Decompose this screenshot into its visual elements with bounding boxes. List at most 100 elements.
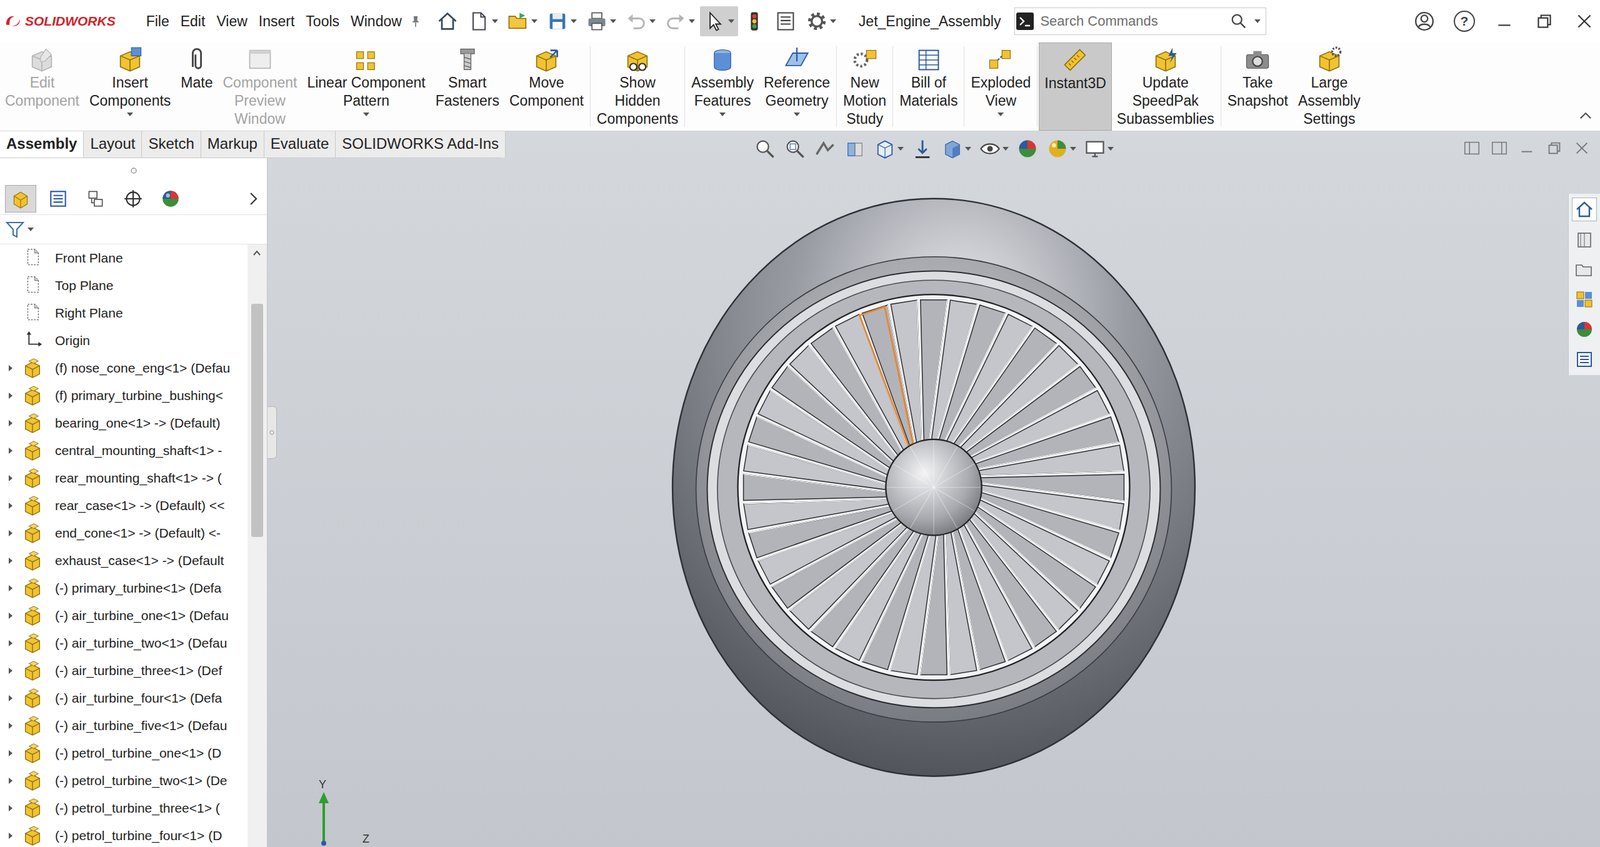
tab[interactable]: Evaluate [264,131,336,158]
dropdown-arrow-icon[interactable] [363,112,370,117]
hide-show-items-icon[interactable] [978,137,1002,160]
new-document-button[interactable] [463,6,502,37]
property-manager-icon[interactable] [47,188,69,210]
search-input[interactable] [1035,9,1230,34]
display-style-icon[interactable] [941,137,964,160]
reference-geometry-icon[interactable] [783,46,811,74]
solidworks-resources-icon[interactable] [1574,199,1595,220]
panel-tab[interactable] [42,185,74,213]
options-gear-icon[interactable] [805,10,829,33]
menu-item[interactable]: Insert [253,9,301,34]
camera-icon[interactable] [1243,46,1272,74]
collapse-ribbon-icon[interactable] [1577,108,1594,125]
select-arrow-icon[interactable] [703,10,727,33]
view-palette-tab[interactable] [1571,287,1597,312]
scroll-up-icon[interactable] [250,245,264,260]
ribbon-button[interactable]: ReferenceGeometry [758,42,835,131]
print-button[interactable] [581,6,620,37]
tree-item[interactable]: (-) petrol_turbine_four<1> (D [0,821,248,847]
search-box[interactable] [1014,7,1267,35]
tree-item[interactable]: central_mounting_shaft<1> - [0,436,248,465]
dropdown-arrow-icon[interactable] [997,112,1004,117]
ribbon-button[interactable]: AssemblyFeatures [686,42,759,131]
expand-arrow-icon[interactable] [8,557,13,564]
select-arrow-button[interactable] [700,6,739,37]
tree-item[interactable]: (-) petrol_turbine_one<1> (D [0,739,248,767]
dynamic-annotation-icon[interactable] [911,137,934,160]
tree-item[interactable]: (-) primary_turbine<1> (Defa [0,574,248,602]
mate-paperclip-icon[interactable] [183,46,211,74]
menu-item[interactable]: View [210,9,253,34]
tree-item[interactable]: end_cone<1> -> (Default) <- [0,519,248,547]
expand-arrow-icon[interactable] [8,502,13,509]
expand-arrow-icon[interactable] [8,750,13,757]
close-icon[interactable] [1572,138,1592,158]
move-component-icon[interactable] [532,46,560,74]
tree-item[interactable]: bearing_one<1> -> (Default) [0,409,248,437]
expand-arrow-icon[interactable] [8,640,13,647]
apply-scene-icon[interactable] [1046,137,1069,160]
tab[interactable]: Layout [83,131,142,158]
panel-tab[interactable] [80,185,112,213]
undo-icon[interactable] [625,10,648,33]
dropdown-arrow-icon[interactable] [965,146,972,151]
apply-scene-button[interactable] [1044,136,1079,162]
previous-view-button[interactable] [811,136,839,162]
zoom-area-button[interactable] [781,136,809,162]
dropdown-arrow-icon[interactable] [491,19,499,24]
help-icon[interactable]: ? [1453,10,1475,32]
ribbon-button[interactable]: UpdateSpeedPakSubassemblies [1111,42,1220,131]
feature-tree-icon[interactable] [10,188,32,210]
more-tabs-icon[interactable] [245,189,262,209]
dropdown-arrow-icon[interactable] [1107,146,1114,151]
tree-item[interactable]: rear_mounting_shaft<1> -> ( [0,464,248,492]
edit-component-icon[interactable] [28,46,56,74]
expand-arrow-icon[interactable] [8,420,13,427]
dropdown-arrow-icon[interactable] [649,19,656,24]
dropdown-arrow-icon[interactable] [570,19,577,24]
edit-appearance-button[interactable] [1014,136,1041,162]
file-properties-icon[interactable] [774,10,797,33]
dropdown-arrow-icon[interactable] [830,19,837,24]
smart-fasteners-icon[interactable] [453,46,482,74]
expand-arrow-icon[interactable] [8,392,13,399]
tree-item[interactable]: rear_case<1> -> (Default) << [0,491,248,520]
dynamic-annotation-button[interactable] [909,136,936,162]
undo-button[interactable] [621,6,660,37]
view-palette-icon[interactable] [1574,289,1595,310]
ribbon-button[interactable]: LargeAssemblySettings [1293,42,1366,131]
appearances-tab[interactable] [1571,317,1597,342]
panel-tab[interactable] [117,185,149,213]
expand-arrow-icon[interactable] [8,695,13,702]
custom-properties-icon[interactable] [1574,349,1595,370]
file-explorer-tab[interactable] [1571,257,1597,282]
view-settings-button[interactable] [1081,136,1116,162]
home-icon[interactable] [436,10,459,33]
redo-icon[interactable] [664,10,687,33]
expand-arrow-icon[interactable] [8,447,13,454]
linear-pattern-icon[interactable] [352,46,380,74]
new-document-icon[interactable] [467,10,490,33]
jet-engine-icon[interactable] [653,189,1215,787]
speedpak-icon[interactable] [1151,46,1180,74]
panel-tab[interactable] [5,185,37,213]
view-settings-icon[interactable] [1083,137,1107,160]
minimize-icon[interactable] [1517,138,1537,158]
scrollbar[interactable] [247,244,267,847]
magnifier-icon[interactable] [1229,11,1249,31]
panel-splitter[interactable] [267,406,277,459]
search-options-icon[interactable] [1254,19,1261,24]
panel-tab[interactable] [155,185,187,213]
ribbon-button[interactable]: NewMotionStudy [838,42,892,131]
tree-item[interactable]: (-) air_turbine_five<1> (Defau [0,711,248,740]
component-preview-icon[interactable] [246,46,274,74]
configuration-manager-icon[interactable] [85,188,107,210]
restore-icon[interactable] [1533,10,1555,32]
ribbon-button[interactable]: TakeSnapshot [1222,42,1294,131]
assembly-features-icon[interactable] [708,46,737,74]
pin-icon[interactable] [407,13,424,30]
filter-dropdown-icon[interactable] [27,227,34,232]
handle-dot-icon[interactable] [128,165,139,176]
ribbon-button[interactable]: Bill ofMaterials [894,42,963,131]
dropdown-arrow-icon[interactable] [897,146,904,151]
